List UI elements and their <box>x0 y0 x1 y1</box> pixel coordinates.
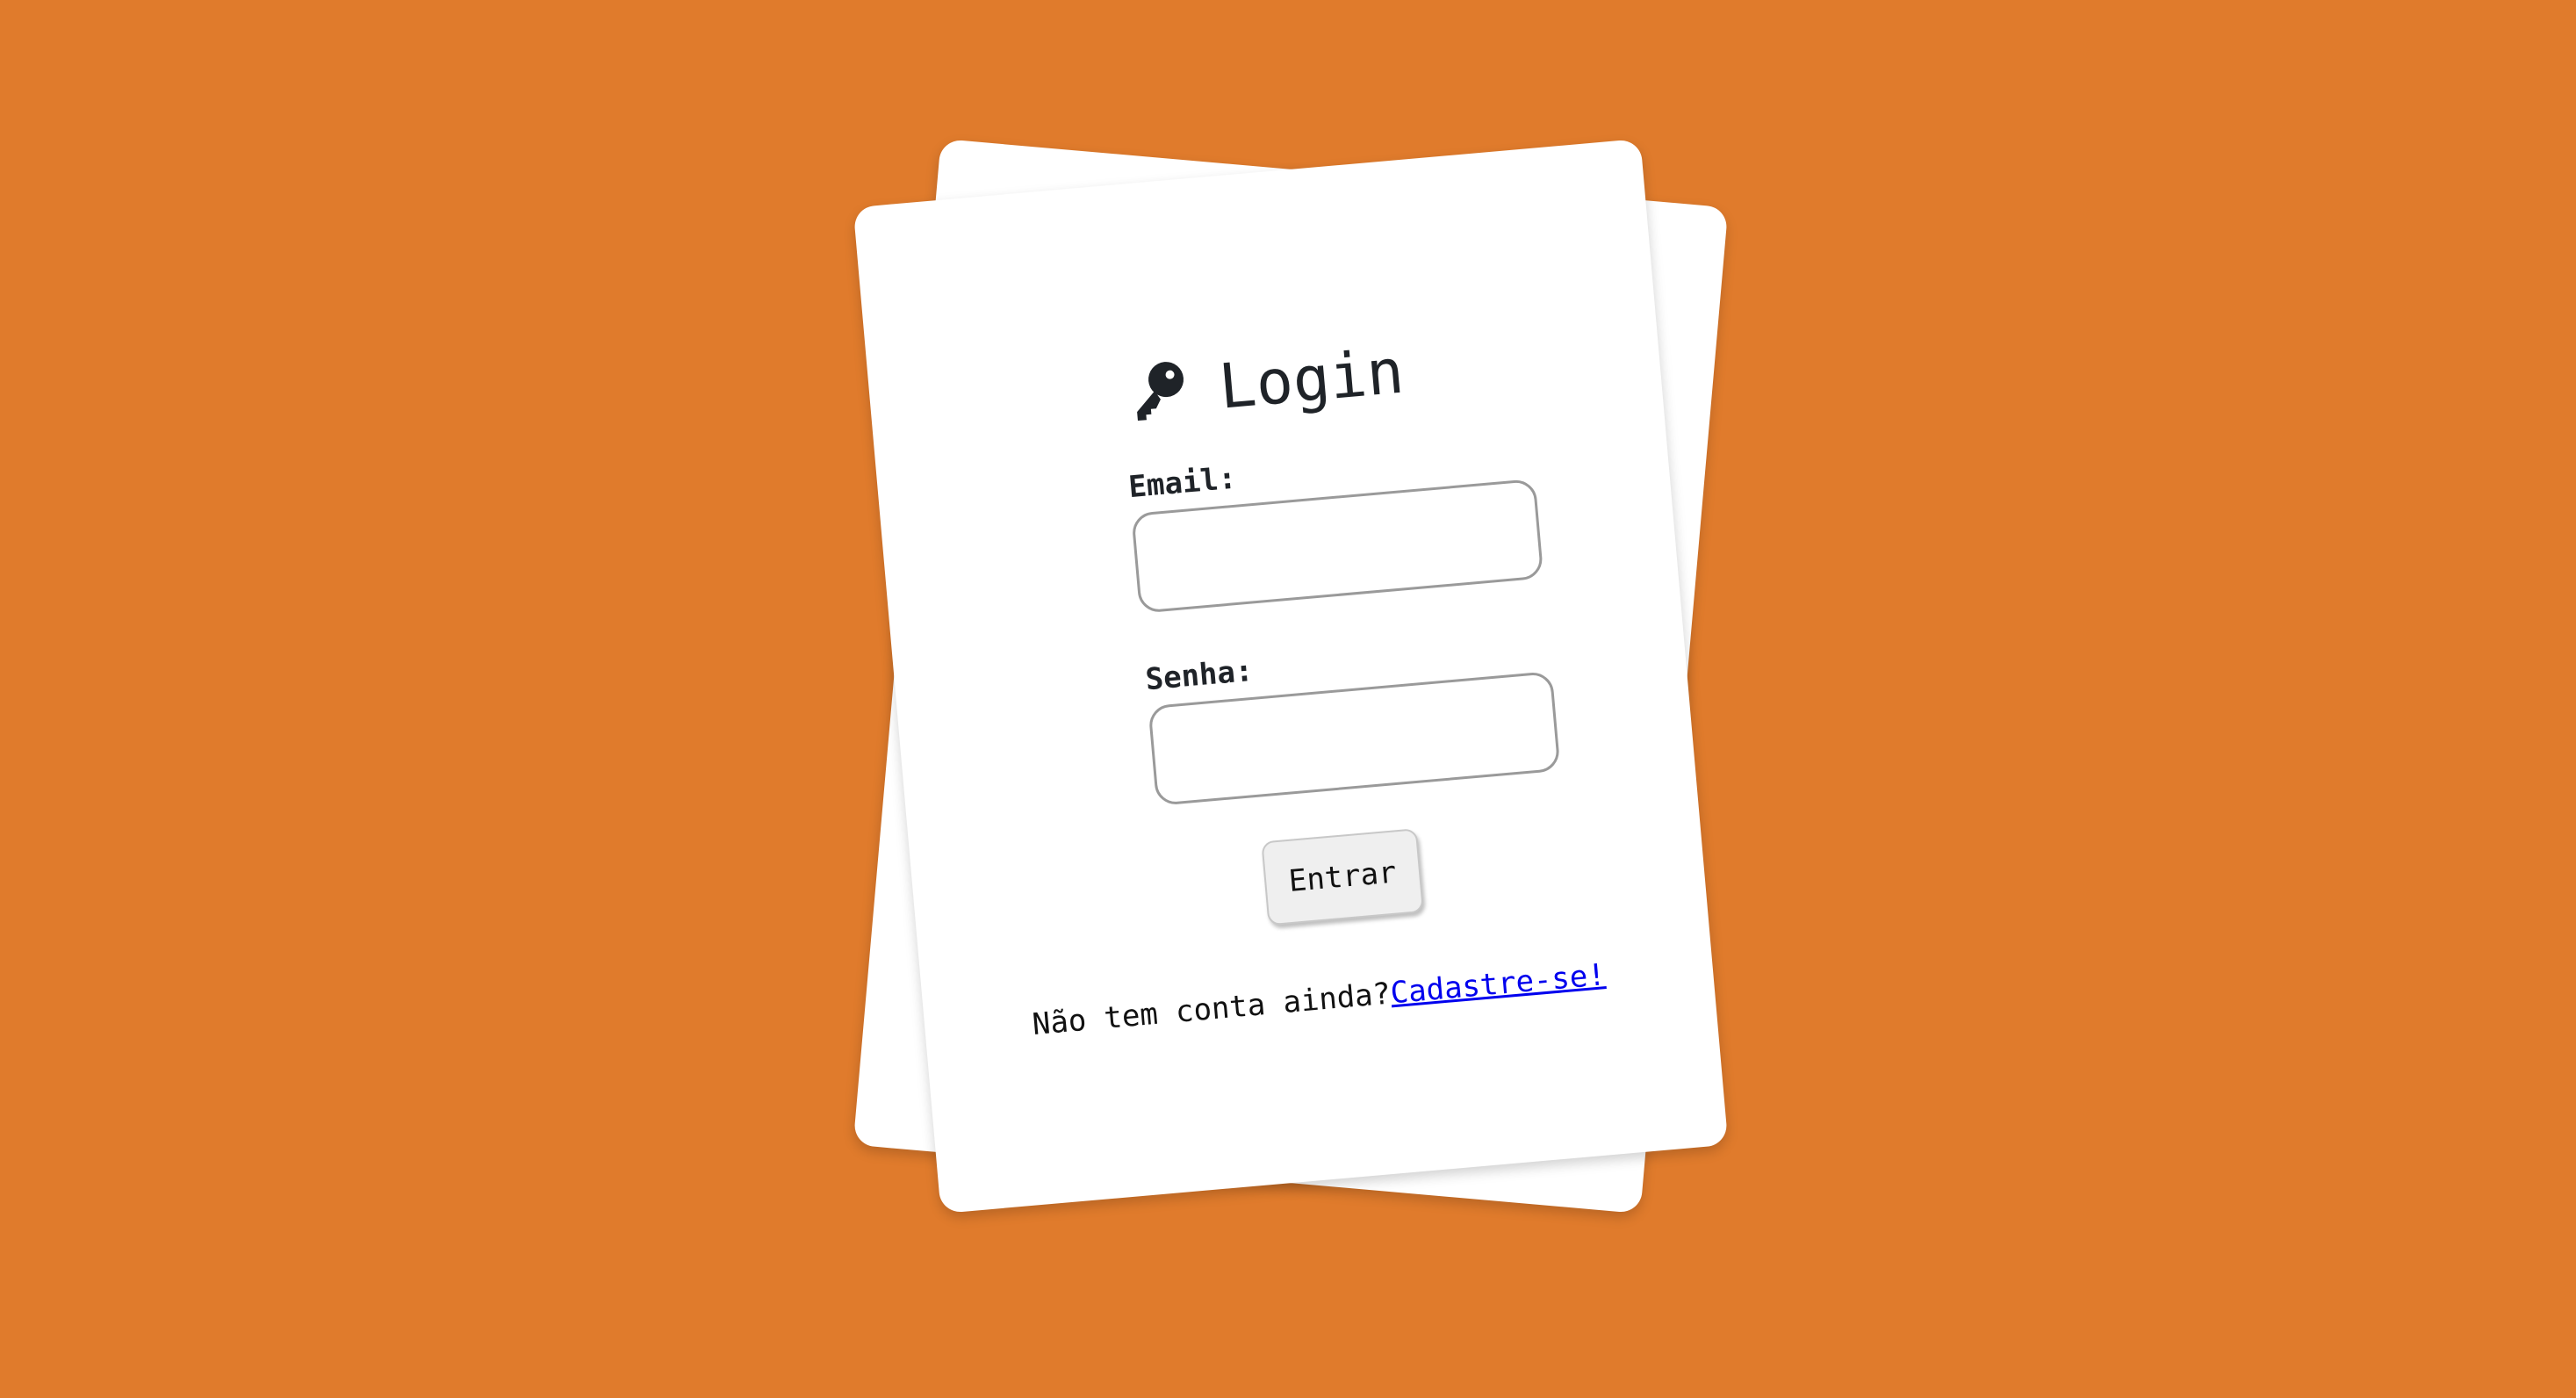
email-label: Email: <box>1126 460 1238 506</box>
key-icon <box>1124 357 1191 423</box>
login-button[interactable]: Entrar <box>1261 828 1425 926</box>
page-background: Login Email: Senha: Entrar Não tem conta… <box>0 0 2576 1398</box>
page-title: Login <box>1216 335 1407 423</box>
login-form: Login Email: Senha: Entrar Não tem conta… <box>883 141 1697 1211</box>
login-heading: Login <box>899 316 1631 450</box>
password-label: Senha: <box>1144 652 1255 698</box>
signup-prompt-row: Não tem conta ainda?Cadastre-se! <box>954 950 1683 1048</box>
signup-link[interactable]: Cadastre-se! <box>1389 957 1607 1011</box>
signup-prompt-text: Não tem conta ainda? <box>1031 976 1392 1043</box>
